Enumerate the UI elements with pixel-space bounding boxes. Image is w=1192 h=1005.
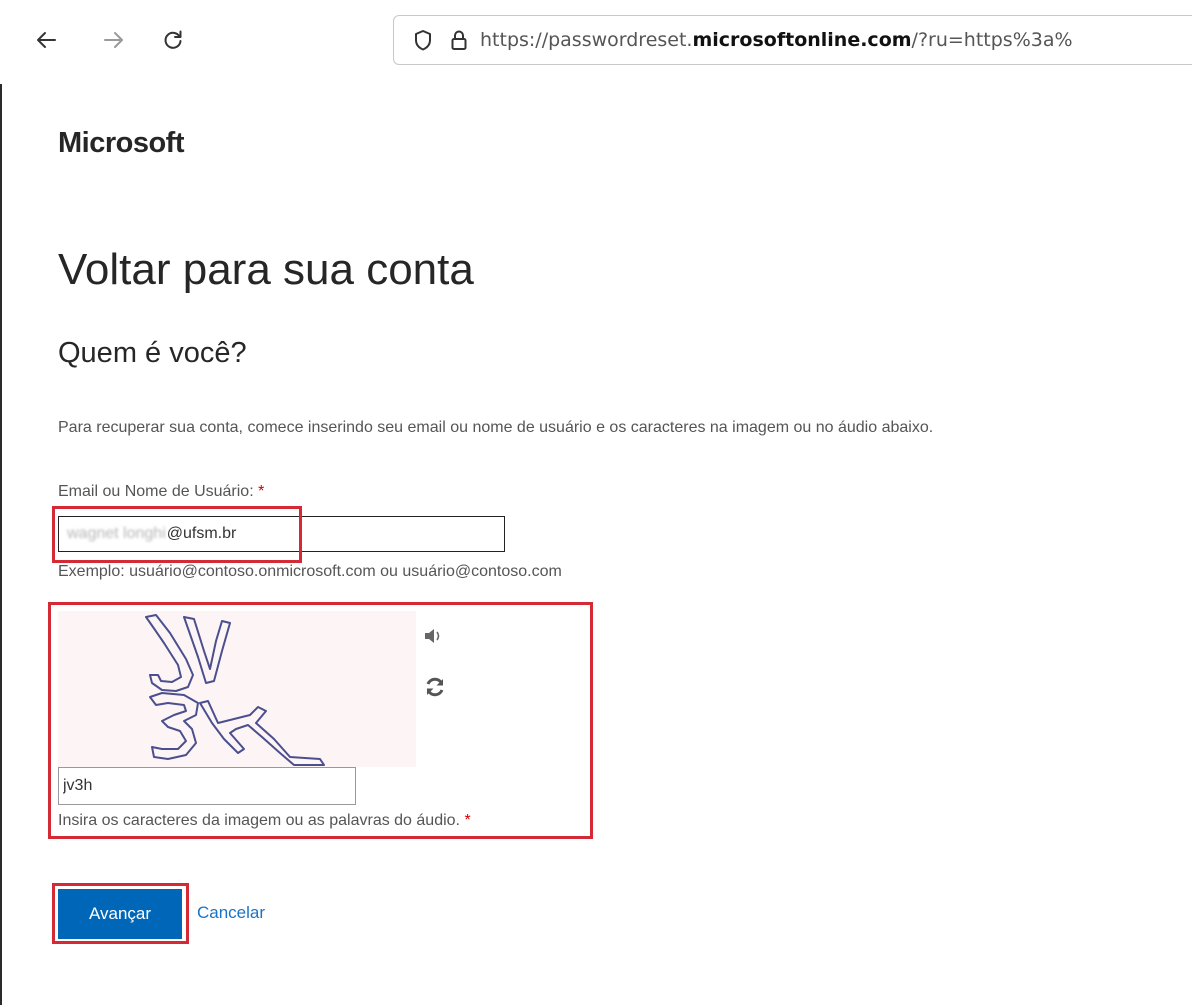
captcha-input[interactable]: [58, 767, 356, 805]
page-title: Voltar para sua conta: [58, 245, 474, 294]
email-field[interactable]: wagnet longhi @ufsm.br: [58, 516, 505, 552]
forward-arrow-icon: [104, 32, 123, 48]
reload-icon: [164, 30, 182, 49]
captcha-instruction: Insira os caracteres da imagem ou as pal…: [58, 812, 471, 830]
cancel-link[interactable]: Cancelar: [197, 903, 265, 923]
url-suffix: /?ru=https%3a%: [911, 29, 1073, 51]
email-obscured-part: wagnet longhi: [67, 525, 166, 542]
email-example-hint: Exemplo: usuário@contoso.onmicrosoft.com…: [58, 563, 562, 580]
window-left-border: [0, 0, 2, 1005]
forward-button[interactable]: [94, 20, 134, 60]
microsoft-logo: Microsoft: [58, 127, 185, 159]
back-button[interactable]: [26, 20, 66, 60]
refresh-icon[interactable]: [422, 674, 448, 700]
next-button[interactable]: Avançar: [58, 889, 182, 939]
captcha-image: [58, 611, 416, 767]
address-bar[interactable]: https://passwordreset.microsoftonline.co…: [393, 15, 1192, 65]
required-marker: *: [464, 812, 471, 829]
captcha-instruction-text: Insira os caracteres da imagem ou as pal…: [58, 812, 460, 829]
url-text[interactable]: https://passwordreset.microsoftonline.co…: [480, 29, 1073, 51]
required-marker: *: [258, 483, 265, 500]
email-label-text: Email ou Nome de Usuário:: [58, 483, 254, 500]
url-domain: microsoftonline.com: [692, 29, 912, 51]
email-domain-part: @ufsm.br: [166, 525, 237, 542]
back-arrow-icon: [37, 32, 56, 48]
browser-toolbar: https://passwordreset.microsoftonline.co…: [0, 0, 1192, 84]
intro-text: Para recuperar sua conta, comece inserin…: [58, 419, 934, 436]
captcha-glyphs: [145, 614, 325, 766]
lock-icon[interactable]: [444, 25, 474, 55]
shield-icon[interactable]: [408, 25, 438, 55]
email-field-label: Email ou Nome de Usuário: *: [58, 483, 264, 501]
section-title: Quem é você?: [58, 337, 247, 369]
speaker-icon[interactable]: [420, 623, 446, 649]
url-prefix: https://passwordreset.: [480, 29, 693, 51]
reload-button[interactable]: [153, 20, 193, 60]
